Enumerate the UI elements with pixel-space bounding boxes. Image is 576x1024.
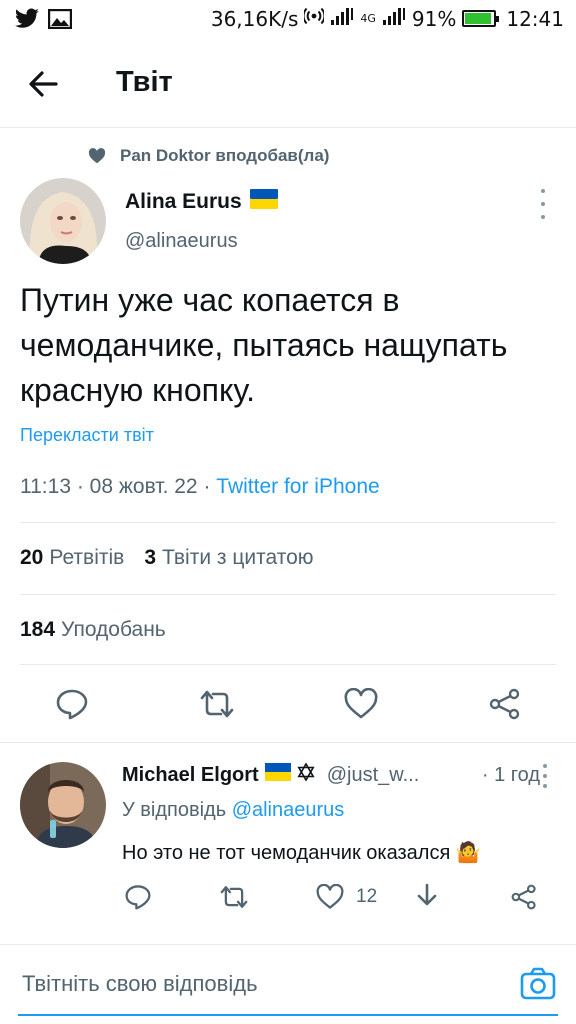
ukraine-flag-icon	[264, 763, 291, 787]
divider	[20, 522, 556, 523]
status-bar: 36,16K/s 4G 91% 12:41	[0, 0, 576, 38]
input-underline	[18, 1014, 558, 1016]
reply-composer	[0, 944, 576, 1024]
likes-count: 184	[20, 618, 56, 641]
reply-retweet-button[interactable]	[219, 884, 249, 915]
comment-icon	[125, 885, 151, 910]
dot	[543, 784, 547, 788]
reply-avatar[interactable]	[20, 762, 106, 848]
reply-header[interactable]: Michael Elgort @just_w... · 1 год	[122, 762, 540, 787]
network-speed: 36,16K/s	[210, 6, 299, 31]
camera-icon	[520, 967, 556, 1000]
signal-icon-2	[382, 6, 406, 31]
more-options-button[interactable]	[533, 189, 553, 219]
top-bar: Твіт	[0, 40, 576, 128]
reply-button[interactable]	[55, 688, 89, 725]
share-button[interactable]	[488, 688, 522, 725]
comment-icon	[56, 689, 88, 720]
dot	[541, 202, 545, 206]
reply-share-button[interactable]	[510, 884, 538, 915]
likes-stat[interactable]: 184 Уподобань	[20, 618, 166, 642]
quotes-label: Твіти з цитатою	[162, 546, 314, 569]
reply-author-handle: @just_w...	[326, 763, 420, 786]
retweets-label: Ретвітів	[49, 546, 125, 569]
replying-to: У відповідь @alinaeurus	[122, 799, 344, 822]
heart-outline-icon	[344, 687, 378, 719]
image-icon	[47, 8, 73, 33]
hotspot-icon	[302, 6, 326, 31]
mention-link[interactable]: @alinaeurus	[232, 799, 345, 821]
author-handle[interactable]: @alinaeurus	[125, 230, 238, 253]
social-context[interactable]: Pan Doktor вподобав(ла)	[88, 146, 329, 166]
author-avatar[interactable]	[20, 178, 106, 264]
reply-like-button[interactable]: 12	[316, 884, 377, 910]
back-button[interactable]	[22, 64, 66, 104]
reply-like-count: 12	[356, 886, 378, 907]
download-button[interactable]	[414, 882, 440, 915]
battery-fill	[465, 13, 491, 24]
author-name: Alina Eurus	[125, 190, 242, 213]
separator: ·	[76, 475, 90, 498]
arrow-left-icon	[29, 71, 58, 97]
quotes-stat[interactable]: 3 Твіти з цитатою	[144, 546, 313, 570]
reply-author-name: Michael Elgort	[122, 763, 259, 786]
network-type: 4G	[360, 12, 376, 25]
retweets-stat[interactable]: 20 Ретвітів	[20, 546, 124, 570]
download-icon	[417, 883, 437, 906]
dot	[541, 189, 545, 193]
quotes-count: 3	[144, 546, 156, 569]
divider	[0, 742, 576, 743]
tweet-text: Путин уже час копается в чемоданчике, пы…	[20, 282, 508, 408]
divider	[20, 594, 556, 595]
clock: 12:41	[506, 6, 564, 31]
camera-button[interactable]	[520, 967, 556, 1006]
signal-icon	[330, 6, 354, 31]
reply-input[interactable]	[22, 971, 502, 997]
retweet-button[interactable]	[199, 688, 235, 725]
dot	[543, 764, 547, 768]
retweet-icon	[220, 886, 248, 908]
likes-label: Уподобань	[61, 618, 166, 641]
tweet-source-link[interactable]: Twitter for iPhone	[216, 475, 379, 498]
retweets-count: 20	[20, 546, 44, 569]
divider	[20, 664, 556, 665]
retweet-icon	[200, 690, 234, 718]
ukraine-flag-icon	[249, 189, 278, 215]
heart-outline-icon	[316, 884, 344, 909]
share-icon	[511, 884, 536, 910]
tweet-date: 08 жовт. 22	[89, 475, 198, 498]
reply-text: Но это не тот чемоданчик оказался 🤷	[122, 842, 481, 864]
dot	[543, 774, 547, 778]
dot	[541, 215, 545, 219]
liked-by-text: Pan Doktor вподобав(ла)	[120, 146, 330, 165]
author-name-row[interactable]: Alina Eurus	[125, 189, 278, 215]
replying-prefix: У відповідь	[122, 799, 227, 821]
battery-icon	[462, 10, 500, 27]
separator: ·	[203, 475, 217, 498]
twitter-bird-icon	[14, 8, 40, 34]
engagement-stats: 20 Ретвітів 3 Твіти з цитатою	[20, 546, 314, 570]
reply-reply-button[interactable]	[124, 884, 152, 915]
battery-percent: 91%	[411, 6, 457, 31]
reply-more-options-button[interactable]	[535, 764, 555, 788]
tweet-metadata: 11:13 · 08 жовт. 22 · Twitter for iPhone	[20, 475, 380, 499]
translate-tweet-link[interactable]: Перекласти твіт	[20, 425, 154, 446]
star-of-david-icon	[297, 762, 315, 787]
heart-icon	[88, 148, 106, 164]
tweet-time: 11:13	[20, 475, 71, 498]
like-button[interactable]	[344, 687, 378, 725]
reply-time: · 1 год	[481, 763, 540, 786]
page-title: Твіт	[116, 66, 173, 98]
share-icon	[489, 688, 520, 720]
